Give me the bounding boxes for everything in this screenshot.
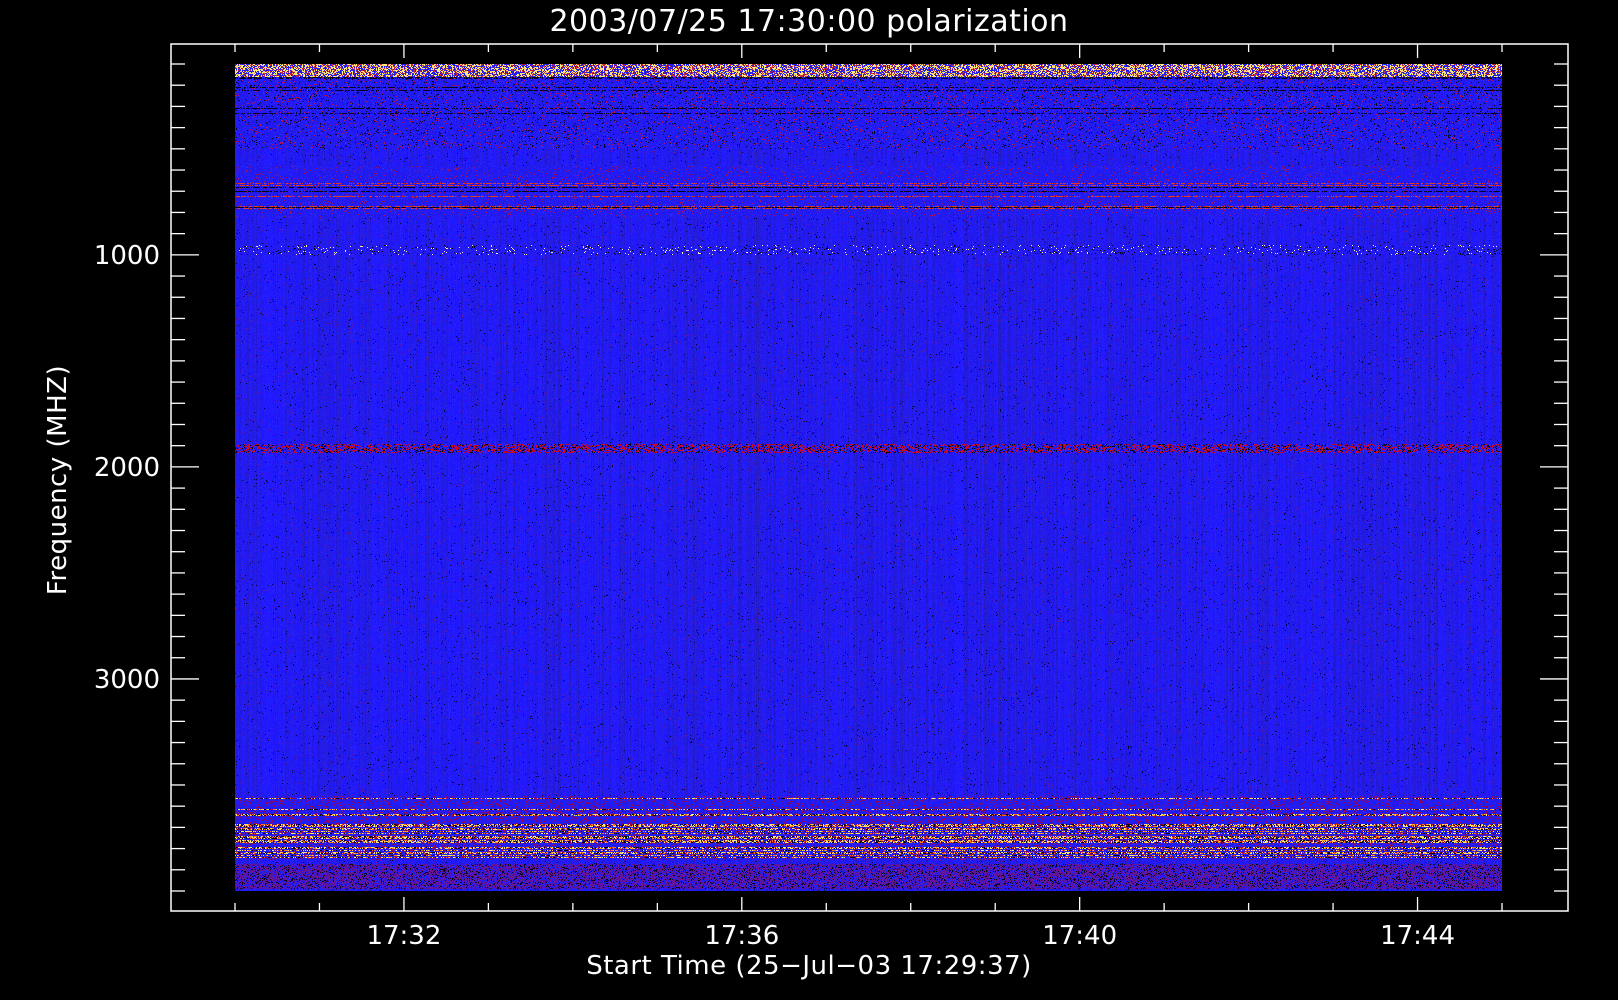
x-tick-label: 17:32 — [366, 921, 441, 951]
y-tick-label: 3000 — [94, 665, 160, 695]
spectrogram-image — [235, 64, 1502, 891]
y-tick-label: 2000 — [94, 453, 160, 483]
x-tick-labels: 17:32 17:36 17:40 17:44 — [366, 921, 1455, 951]
x-tick-label: 17:44 — [1380, 921, 1455, 951]
y-tick-labels: 1000 2000 3000 — [94, 241, 160, 695]
x-tick-label: 17:36 — [704, 921, 779, 951]
y-tick-label: 1000 — [94, 241, 160, 271]
x-tick-label: 17:40 — [1042, 921, 1117, 951]
x-axis-label: Start Time (25−Jul−03 17:29:37) — [586, 951, 1032, 981]
y-axis-label: Frequency (MHZ) — [43, 365, 73, 595]
chart-title: 2003/07/25 17:30:00 polarization — [549, 4, 1068, 39]
